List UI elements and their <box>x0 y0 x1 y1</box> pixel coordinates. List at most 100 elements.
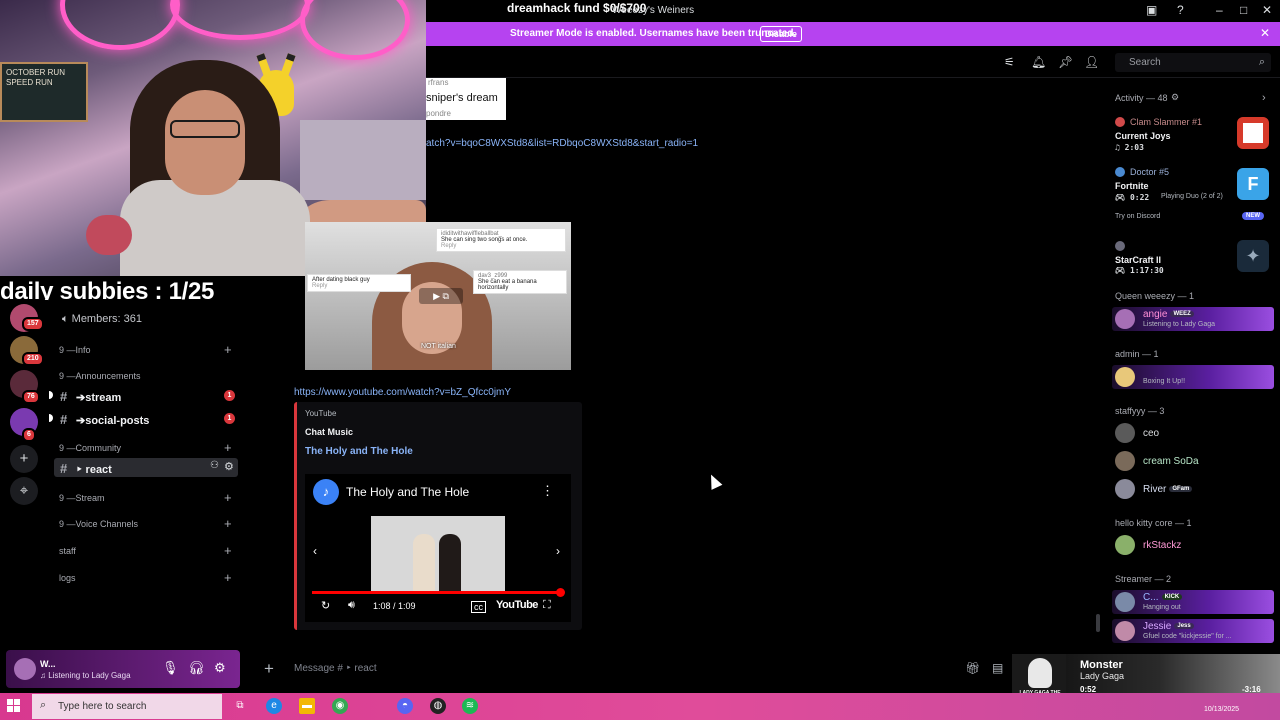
video-progress-knob[interactable] <box>556 588 566 597</box>
channel-logo-icon[interactable]: ♪ <box>313 479 339 505</box>
avatar[interactable] <box>1115 451 1135 471</box>
next-arrow-icon[interactable]: › <box>556 544 560 558</box>
window-close-icon[interactable]: ✕ <box>1262 3 1272 17</box>
pin-icon[interactable]: 📌︎ <box>1058 55 1073 69</box>
message-composer: + Message # ‣ react 🎁︎ ▤ <box>250 655 1020 683</box>
activity-user[interactable]: Clam Slammer #1 <box>1130 117 1202 127</box>
channel-settings-icon[interactable]: ⚙ <box>224 460 234 473</box>
video-progress-bar[interactable] <box>312 588 566 597</box>
attach-plus-icon[interactable]: + <box>264 659 274 679</box>
disable-streamer-mode-button[interactable]: Disable <box>760 26 802 42</box>
taskbar-search[interactable]: ⌕ Type here to search <box>32 694 222 719</box>
user-avatar[interactable] <box>14 658 36 680</box>
member-name[interactable]: ceo <box>1143 428 1159 439</box>
edge-icon[interactable]: e <box>266 698 282 714</box>
channel-stream[interactable]: # ➔stream <box>60 389 121 404</box>
add-server-button[interactable]: + <box>10 445 38 473</box>
gift-icon[interactable]: 🎁︎ <box>965 661 980 675</box>
windows-start-icon[interactable] <box>7 699 21 713</box>
microphone-icon[interactable]: 🎙︎ <box>162 660 179 676</box>
member-name[interactable]: rkStackz <box>1143 540 1181 551</box>
category-community[interactable]: 9 —Community <box>59 443 121 453</box>
avatar[interactable] <box>1115 592 1135 612</box>
youtube-link-1[interactable]: atch?v=bqoC8WXStd8&list=RDbqoC8WXStd8&st… <box>426 138 698 149</box>
discord-icon[interactable]: ◓ <box>397 698 413 714</box>
avatar[interactable] <box>1115 367 1135 387</box>
member-name[interactable]: Jessie Jess <box>1143 621 1194 632</box>
add-channel-icon[interactable]: + <box>224 516 232 531</box>
chevron-right-icon[interactable]: › <box>1262 92 1266 104</box>
task-view-icon[interactable]: ⧉ <box>232 698 248 714</box>
minimize-icon[interactable]: – <box>1216 3 1223 17</box>
member-name[interactable]: River GFam <box>1143 484 1193 495</box>
fortnite-icon[interactable]: F <box>1237 168 1269 200</box>
player-title[interactable]: The Holy and The Hole <box>346 485 469 499</box>
youtube-logo[interactable]: YouTube <box>496 599 538 611</box>
try-on-discord-link[interactable]: Try on Discord <box>1115 213 1160 220</box>
threads-icon[interactable]: ⚟ <box>1004 55 1015 69</box>
avatar[interactable] <box>1115 117 1125 127</box>
members-icon[interactable]: 👤︎ <box>1084 55 1099 69</box>
volume-icon[interactable]: 🔊︎ <box>348 599 355 612</box>
starcraft-icon[interactable]: ✦ <box>1237 240 1269 272</box>
invite-icon[interactable]: ⚇ <box>210 460 219 471</box>
avatar[interactable] <box>1115 241 1125 251</box>
add-channel-icon[interactable]: + <box>224 490 232 505</box>
user-name[interactable]: W... <box>40 659 56 669</box>
spotify-album-icon[interactable] <box>1237 117 1269 149</box>
avatar[interactable] <box>1115 167 1125 177</box>
channel-social-posts[interactable]: # ➔social-posts <box>60 412 149 427</box>
add-channel-icon[interactable]: + <box>224 543 232 558</box>
discover-icon[interactable]: ⌖ <box>10 477 38 505</box>
maximize-icon[interactable]: □ <box>1240 3 1247 17</box>
category-announcements[interactable]: 9 —Announcements <box>59 371 141 381</box>
gear-icon[interactable]: ⚙ <box>1171 92 1179 103</box>
image-fragment[interactable]: rfrans sniper's dream pondre <box>426 78 506 120</box>
category-stream[interactable]: 9 —Stream <box>59 493 105 503</box>
headphones-icon[interactable]: 🎧︎ <box>188 660 205 676</box>
obs-icon[interactable]: ◍ <box>430 698 446 714</box>
spotify-icon[interactable]: ≋ <box>462 698 478 714</box>
category-logs[interactable]: logs <box>59 573 76 583</box>
message-input[interactable]: Message # ‣ react <box>294 663 377 674</box>
gif-icon[interactable]: ▤ <box>992 661 1003 675</box>
category-voice-channels[interactable]: 9 —Voice Channels <box>59 519 138 529</box>
member-name[interactable]: C... KICK <box>1143 592 1183 603</box>
fullscreen-icon[interactable]: ⛶ <box>543 599 551 612</box>
banner-close-icon[interactable]: ✕ <box>1260 26 1270 40</box>
more-options-icon[interactable]: ⋮ <box>541 483 554 499</box>
embed-author[interactable]: Chat Music <box>305 427 353 437</box>
bell-icon[interactable]: 🔔︎ <box>1031 55 1046 69</box>
captions-icon[interactable]: cc <box>471 601 486 613</box>
member-name[interactable]: cream SoDa <box>1143 456 1199 467</box>
member-name[interactable]: angie WEEZ <box>1143 309 1194 320</box>
youtube-link-2[interactable]: https://www.youtube.com/watch?v=bZ_Qfcc0… <box>294 387 511 398</box>
chrome-icon[interactable]: ◉ <box>332 698 348 714</box>
previous-arrow-icon[interactable]: ‹ <box>313 544 317 558</box>
avatar[interactable] <box>1115 621 1135 641</box>
taskbar-date: 10/13/2025 <box>1204 706 1240 713</box>
play-icon[interactable]: ▶ ⧉ <box>419 288 463 304</box>
add-channel-icon[interactable]: + <box>224 342 232 357</box>
inbox-icon[interactable]: ▣ <box>1146 3 1157 17</box>
member-name-text: C... <box>1143 592 1159 603</box>
activity-user[interactable]: Doctor #5 <box>1130 167 1169 177</box>
youtube-player[interactable]: ♪ The Holy and The Hole ⋮ ‹ › ↻ 🔊︎ 1:08 … <box>305 474 571 622</box>
replay-icon[interactable]: ↻ <box>321 599 330 612</box>
search-input[interactable]: Search ⌕ <box>1115 53 1271 72</box>
chalkboard-text: OCTOBER RUN SPEED RUN <box>6 68 65 87</box>
channel-react[interactable]: # ‣ react <box>60 461 112 476</box>
user-settings-icon[interactable]: ⚙ <box>214 660 226 676</box>
neon-sign <box>60 0 180 50</box>
embed-title[interactable]: The Holy and The Hole <box>305 446 413 457</box>
category-info[interactable]: 9 —Info <box>59 345 91 355</box>
file-explorer-icon[interactable]: ▬ <box>299 698 315 714</box>
avatar[interactable] <box>1115 479 1135 499</box>
avatar[interactable] <box>1115 535 1135 555</box>
add-channel-icon[interactable]: + <box>224 570 232 585</box>
category-staff[interactable]: staff <box>59 546 76 556</box>
add-channel-icon[interactable]: + <box>224 440 232 455</box>
avatar[interactable] <box>1115 309 1135 329</box>
help-icon[interactable]: ? <box>1177 3 1184 17</box>
avatar[interactable] <box>1115 423 1135 443</box>
